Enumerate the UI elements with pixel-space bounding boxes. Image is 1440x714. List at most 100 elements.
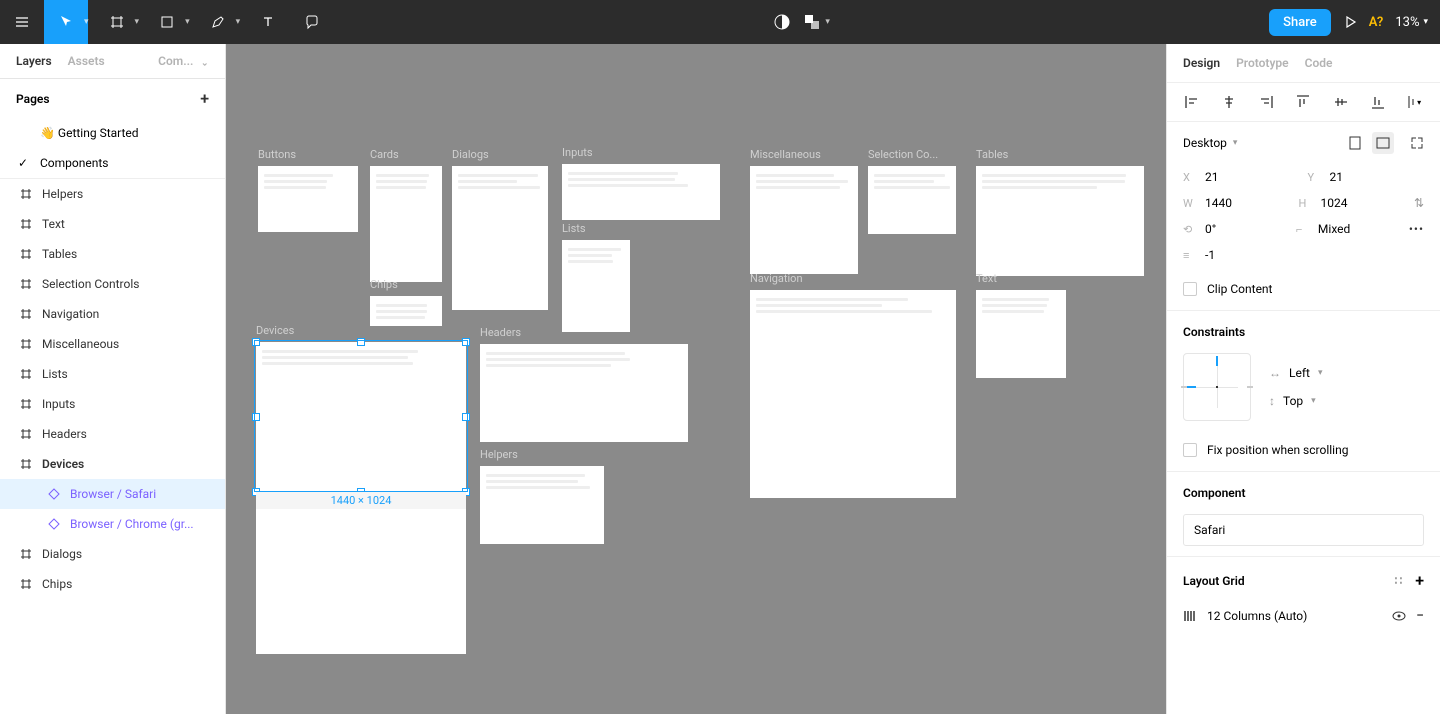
frame-label[interactable]: Selection Co... bbox=[868, 148, 938, 161]
canvas-frame[interactable]: Devices1440 × 1024 bbox=[256, 342, 466, 654]
page-item[interactable]: 👋 Getting Started bbox=[0, 118, 225, 148]
tab-code[interactable]: Code bbox=[1305, 56, 1333, 70]
rotation-input[interactable]: 0° bbox=[1205, 222, 1216, 236]
tab-design[interactable]: Design bbox=[1183, 56, 1220, 70]
canvas-frame[interactable]: Dialogs bbox=[452, 166, 548, 310]
canvas[interactable]: ButtonsCardsDialogsInputsMiscellaneousSe… bbox=[226, 44, 1166, 714]
canvas-frame[interactable]: Text bbox=[976, 290, 1066, 378]
canvas-frame[interactable]: Inputs bbox=[562, 164, 720, 220]
chevron-down-icon[interactable]: ▾ bbox=[84, 17, 89, 27]
tab-layers[interactable]: Layers bbox=[16, 54, 52, 68]
frame-label[interactable]: Buttons bbox=[258, 148, 296, 161]
orientation-portrait-icon[interactable] bbox=[1344, 132, 1366, 154]
tab-prototype[interactable]: Prototype bbox=[1236, 56, 1289, 70]
layer-item[interactable]: Inputs bbox=[0, 389, 225, 419]
hamburger-menu-icon[interactable] bbox=[0, 0, 44, 44]
align-bottom-icon[interactable] bbox=[1369, 93, 1387, 111]
constraint-h-select[interactable]: ↔Left ▾ bbox=[1269, 366, 1322, 380]
add-page-icon[interactable]: + bbox=[200, 89, 209, 108]
canvas-frame[interactable]: Helpers bbox=[480, 466, 604, 544]
chevron-down-icon[interactable]: ▾ bbox=[185, 17, 190, 27]
h-input[interactable]: 1024 bbox=[1320, 196, 1347, 210]
tab-components[interactable]: Com... ⌃ bbox=[158, 54, 209, 68]
tab-assets[interactable]: Assets bbox=[68, 54, 105, 68]
chevron-down-icon[interactable]: ▾ bbox=[135, 17, 140, 27]
canvas-frame[interactable]: Lists bbox=[562, 240, 630, 332]
grid-settings-icon[interactable]: ∷ bbox=[1395, 574, 1404, 588]
component-value-input[interactable]: Safari bbox=[1183, 514, 1424, 546]
constraint-v-select[interactable]: ↕Top ▾ bbox=[1269, 394, 1322, 408]
contrast-icon[interactable] bbox=[773, 13, 791, 31]
clip-content-checkbox[interactable] bbox=[1183, 282, 1197, 296]
device-preset[interactable]: Desktop▾ bbox=[1183, 136, 1237, 150]
w-input[interactable]: 1440 bbox=[1205, 196, 1232, 210]
canvas-frame[interactable]: Headers bbox=[480, 344, 688, 442]
frame-label[interactable]: Inputs bbox=[562, 146, 593, 159]
share-button[interactable]: Share bbox=[1269, 9, 1331, 36]
chevron-down-icon[interactable]: ▾ bbox=[236, 17, 241, 27]
distribute-icon[interactable]: ▾ bbox=[1406, 93, 1424, 111]
align-left-icon[interactable] bbox=[1183, 93, 1201, 111]
layer-item[interactable]: Devices bbox=[0, 449, 225, 479]
shape-tool[interactable] bbox=[145, 0, 189, 44]
layer-item[interactable]: Text bbox=[0, 209, 225, 239]
layer-item[interactable]: Miscellaneous bbox=[0, 329, 225, 359]
frame-label[interactable]: Navigation bbox=[750, 272, 803, 285]
layer-item[interactable]: Navigation bbox=[0, 299, 225, 329]
x-input[interactable]: 21 bbox=[1205, 170, 1219, 184]
frame-label[interactable]: Text bbox=[976, 272, 997, 285]
user-badge[interactable]: A? bbox=[1369, 15, 1384, 30]
frame-tool[interactable] bbox=[95, 0, 139, 44]
page-item[interactable]: ✓Components bbox=[0, 148, 225, 178]
layer-item[interactable]: Lists bbox=[0, 359, 225, 389]
canvas-frame[interactable]: Selection Co... bbox=[868, 166, 956, 234]
layer-item[interactable]: Helpers bbox=[0, 179, 225, 209]
play-icon[interactable] bbox=[1343, 15, 1357, 29]
canvas-frame[interactable]: Buttons bbox=[258, 166, 358, 232]
align-top-icon[interactable] bbox=[1294, 93, 1312, 111]
frame-label[interactable]: Tables bbox=[976, 148, 1008, 161]
frame-label[interactable]: Helpers bbox=[480, 448, 518, 461]
layer-item-component[interactable]: Browser / Chrome (gr... bbox=[0, 509, 225, 539]
eye-icon[interactable] bbox=[1392, 609, 1406, 623]
remove-grid-icon[interactable]: − bbox=[1416, 608, 1424, 624]
canvas-frame[interactable]: Navigation bbox=[750, 290, 956, 498]
more-icon[interactable]: ••• bbox=[1409, 222, 1424, 236]
constraints-widget[interactable] bbox=[1183, 353, 1251, 421]
canvas-frame[interactable]: Miscellaneous bbox=[750, 166, 858, 274]
layer-item[interactable]: Headers bbox=[0, 419, 225, 449]
frame-label[interactable]: Cards bbox=[370, 148, 399, 161]
layout-grid-value[interactable]: 12 Columns (Auto) bbox=[1207, 609, 1307, 623]
frame-label[interactable]: Miscellaneous bbox=[750, 148, 821, 161]
text-tool[interactable] bbox=[246, 0, 290, 44]
zoom-level[interactable]: 13% ▾ bbox=[1395, 15, 1428, 30]
move-tool[interactable] bbox=[44, 0, 88, 44]
gap-input[interactable]: -1 bbox=[1205, 248, 1215, 262]
frame-label[interactable]: Chips bbox=[370, 278, 398, 291]
layer-item[interactable]: Selection Controls bbox=[0, 269, 225, 299]
frame-label[interactable]: Devices bbox=[256, 324, 294, 337]
layer-item[interactable]: Tables bbox=[0, 239, 225, 269]
y-input[interactable]: 21 bbox=[1330, 170, 1344, 184]
resize-fit-icon[interactable] bbox=[1410, 136, 1424, 150]
layer-item-component[interactable]: Browser / Safari bbox=[0, 479, 225, 509]
frame-label[interactable]: Dialogs bbox=[452, 148, 489, 161]
canvas-frame[interactable]: Chips bbox=[370, 296, 442, 326]
canvas-frame[interactable]: Cards bbox=[370, 166, 442, 282]
pen-tool[interactable] bbox=[196, 0, 240, 44]
component-icon[interactable]: ▾ bbox=[803, 13, 830, 31]
frame-label[interactable]: Headers bbox=[480, 326, 521, 339]
comment-tool[interactable] bbox=[290, 0, 334, 44]
align-right-icon[interactable] bbox=[1257, 93, 1275, 111]
radius-input[interactable]: Mixed bbox=[1318, 222, 1350, 236]
link-icon[interactable]: ⇅ bbox=[1414, 196, 1424, 210]
align-vcenter-icon[interactable] bbox=[1332, 93, 1350, 111]
orientation-landscape-icon[interactable] bbox=[1372, 132, 1394, 154]
layer-item[interactable]: Dialogs bbox=[0, 539, 225, 569]
add-grid-icon[interactable]: + bbox=[1415, 571, 1424, 590]
fix-position-checkbox[interactable] bbox=[1183, 443, 1197, 457]
frame-label[interactable]: Lists bbox=[562, 222, 586, 235]
layer-item[interactable]: Chips bbox=[0, 569, 225, 599]
canvas-frame[interactable]: Tables bbox=[976, 166, 1144, 276]
align-hcenter-icon[interactable] bbox=[1220, 93, 1238, 111]
